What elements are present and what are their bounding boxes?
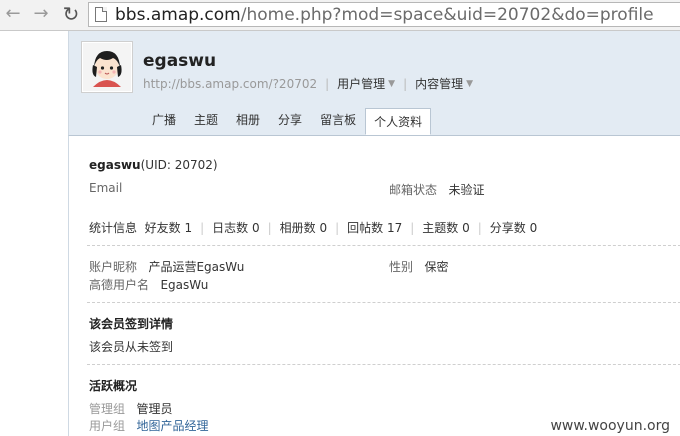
reload-icon[interactable]: ↻ (60, 3, 82, 25)
admin-group-label: 管理组 (89, 402, 126, 416)
stat-albums[interactable]: 相册数 0 (280, 221, 327, 235)
forward-arrow-icon[interactable]: → (30, 3, 52, 25)
stat-replies[interactable]: 回帖数 17 (347, 221, 402, 235)
user-heading: egaswu(UID: 20702) (89, 158, 218, 172)
user-group-label: 用户组 (89, 419, 126, 433)
user-group-row: 用户组 地图产品经理 (89, 417, 208, 434)
profile-content: egaswu(UID: 20702) Email 邮箱状态 未验证 统计信息 好… (68, 135, 680, 436)
page-icon (95, 7, 107, 22)
profile-subline: http://bbs.amap.com/?20702 | 用户管理 ▼ | 内容管… (143, 75, 473, 92)
divider (87, 245, 680, 246)
nickname-label: 账户昵称 (89, 260, 138, 274)
stats-row: 统计信息 好友数 1 | 日志数 0 | 相册数 0 | 回帖数 17 | 主题数 0 | 分享数 … (89, 221, 538, 235)
chevron-down-icon: ▼ (388, 78, 396, 89)
user-uid: (UID: 20702) (140, 158, 218, 172)
watermark: www.wooyun.org (548, 418, 672, 434)
stats-label: 统计信息 (89, 221, 138, 235)
amap-user-value: EgasWu (160, 278, 209, 292)
signin-text: 该会员从未签到 (89, 340, 174, 354)
stat-shares[interactable]: 分享数 0 (490, 221, 537, 235)
admin-group-value: 管理员 (136, 402, 173, 416)
nickname-value: 产品运营EgasWu (148, 260, 245, 274)
signin-title: 该会员签到详情 (89, 317, 174, 331)
avatar-girl-icon (83, 43, 131, 91)
divider: | (403, 76, 408, 91)
user-name: egaswu (89, 158, 141, 172)
divider (87, 364, 680, 365)
content-management-menu[interactable]: 内容管理 ▼ (415, 75, 473, 92)
email-label: Email (89, 181, 123, 195)
gender-row: 性别 保密 (389, 258, 448, 275)
tab-album[interactable]: 相册 (227, 107, 269, 134)
address-bar[interactable]: bbs.amap.com/home.php?mod=space&uid=2070… (88, 2, 680, 27)
amap-user-label: 高德用户名 (89, 278, 150, 292)
space-url[interactable]: http://bbs.amap.com/?20702 (143, 77, 317, 91)
stat-blogs[interactable]: 日志数 0 (212, 221, 259, 235)
email-status: 邮箱状态 未验证 (389, 181, 484, 198)
left-margin (0, 31, 68, 436)
divider (87, 302, 680, 303)
admin-group-row: 管理组 管理员 (89, 400, 172, 417)
back-arrow-icon[interactable]: ← (2, 3, 24, 25)
chevron-down-icon: ▼ (466, 78, 474, 89)
url-path: /home.php?mod=space&uid=20702&do=profile (240, 5, 654, 25)
tab-topics[interactable]: 主题 (185, 107, 227, 134)
user-group-link[interactable]: 地图产品经理 (136, 419, 208, 433)
browser-toolbar: ← → ↻ bbs.amap.com/home.php?mod=space&ui… (0, 0, 680, 31)
email-status-value: 未验证 (448, 183, 485, 197)
user-management-menu[interactable]: 用户管理 ▼ (337, 75, 395, 92)
tab-broadcast[interactable]: 广播 (143, 107, 185, 134)
content-management-label: 内容管理 (415, 77, 464, 91)
profile-tabs: 广播 主题 相册 分享 留言板 个人资料 (143, 107, 432, 135)
stat-friends[interactable]: 好友数 1 (145, 221, 192, 235)
tab-message-board[interactable]: 留言板 (311, 107, 365, 134)
url-host: bbs.amap.com (115, 5, 241, 25)
activity-title: 活跃概况 (89, 379, 138, 393)
divider: | (325, 76, 330, 91)
gender-label: 性别 (389, 260, 414, 274)
profile-header: egaswu http://bbs.amap.com/?20702 | 用户管理… (68, 31, 680, 135)
stat-topics[interactable]: 主题数 0 (422, 221, 469, 235)
nickname-row: 账户昵称 产品运营EgasWu (89, 258, 244, 275)
user-management-label: 用户管理 (337, 77, 386, 91)
url-text[interactable]: bbs.amap.com/home.php?mod=space&uid=2070… (115, 4, 654, 26)
tab-share[interactable]: 分享 (269, 107, 311, 134)
tab-profile[interactable]: 个人资料 (365, 108, 432, 135)
gender-value: 保密 (424, 260, 449, 274)
profile-username: egaswu (143, 51, 217, 71)
amap-user-row: 高德用户名 EgasWu (89, 276, 208, 293)
avatar[interactable] (81, 41, 133, 93)
email-status-label: 邮箱状态 (389, 183, 438, 197)
